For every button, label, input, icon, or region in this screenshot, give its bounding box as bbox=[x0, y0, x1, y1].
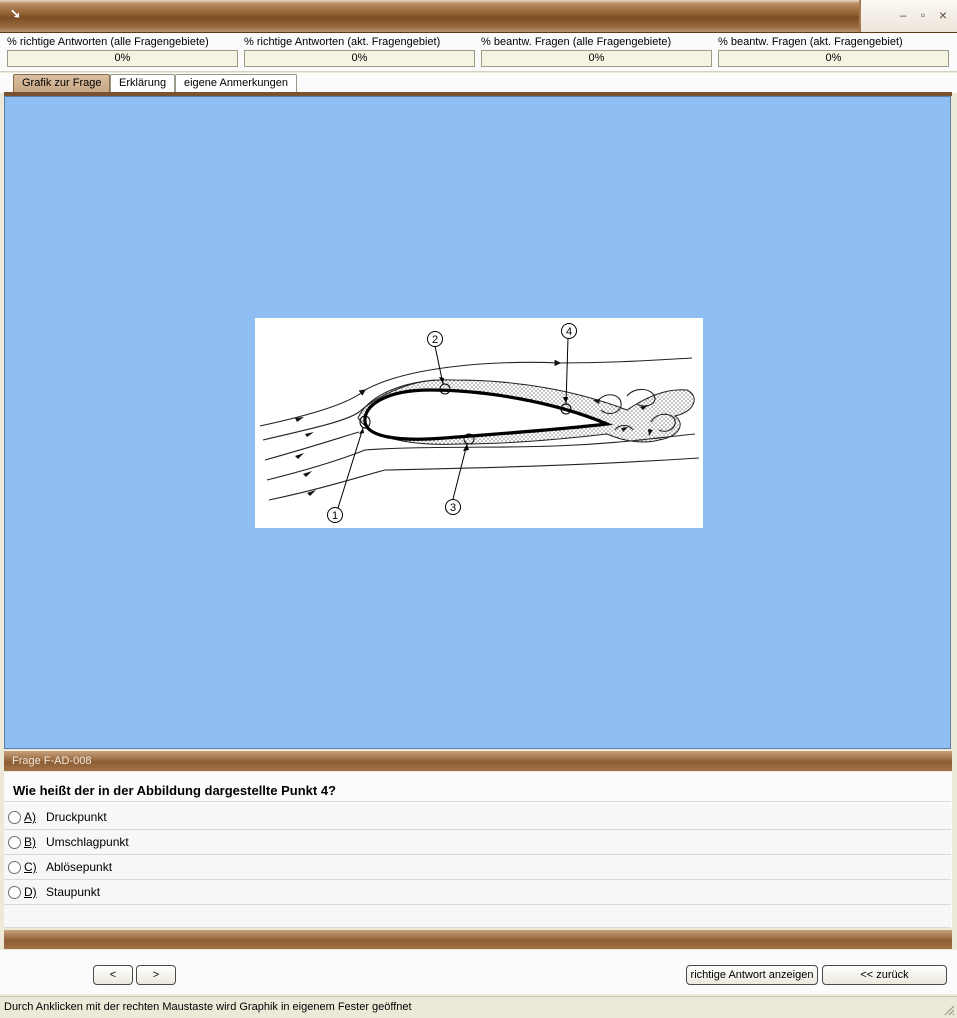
stat-answered-current: % beantw. Fragen (akt. Fragengebiet) 0% bbox=[718, 35, 949, 67]
radio-button[interactable] bbox=[8, 811, 21, 824]
resize-grip-icon[interactable] bbox=[943, 1004, 955, 1016]
status-text: Durch Anklicken mit der rechten Maustast… bbox=[4, 1001, 412, 1013]
callout-4: 4 bbox=[566, 326, 572, 338]
radio-button[interactable] bbox=[8, 836, 21, 849]
close-icon[interactable]: × bbox=[935, 7, 951, 23]
answer-option-b[interactable]: B) Umschlagpunkt bbox=[4, 830, 951, 855]
callout-2: 2 bbox=[432, 334, 438, 346]
radio-button[interactable] bbox=[8, 886, 21, 899]
tab-grafik[interactable]: Grafik zur Frage bbox=[13, 74, 111, 92]
show-answer-button[interactable]: richtige Antwort anzeigen bbox=[686, 965, 818, 985]
button-bar: < > richtige Antwort anzeigen << zurück bbox=[0, 950, 957, 994]
question-id-header: Frage F-AD-008 bbox=[4, 751, 952, 771]
stat-value: 0% bbox=[7, 50, 238, 67]
maximize-icon[interactable]: ▫ bbox=[915, 7, 931, 23]
minimize-icon[interactable]: – bbox=[895, 7, 911, 23]
answer-option-c[interactable]: C) Ablösepunkt bbox=[4, 855, 951, 880]
prev-button[interactable]: < bbox=[93, 965, 133, 985]
back-button[interactable]: << zurück bbox=[822, 965, 947, 985]
title-bar[interactable]: ➘ – ▫ × bbox=[0, 0, 957, 33]
stats-bar: % richtige Antworten (alle Fragengebiete… bbox=[0, 33, 957, 72]
answer-text: Umschlagpunkt bbox=[46, 835, 129, 849]
airfoil-diagram: 1 2 3 4 bbox=[259, 323, 700, 523]
question-panel: Wie heißt der in der Abbildung dargestel… bbox=[4, 772, 952, 928]
stat-value: 0% bbox=[244, 50, 475, 67]
tab-erklaerung[interactable]: Erklärung bbox=[110, 74, 176, 92]
stat-value: 0% bbox=[718, 50, 949, 67]
separator-bar bbox=[4, 930, 952, 949]
stat-correct-all: % richtige Antworten (alle Fragengebiete… bbox=[7, 35, 238, 67]
answer-text: Staupunkt bbox=[46, 885, 101, 899]
answer-option-d[interactable]: D) Staupunkt bbox=[4, 880, 951, 905]
graphic-panel[interactable]: 1 2 3 4 bbox=[4, 96, 951, 749]
stat-value: 0% bbox=[481, 50, 712, 67]
resize-arrow-icon[interactable]: ➘ bbox=[10, 7, 22, 20]
answer-text: Druckpunkt bbox=[46, 810, 107, 824]
stat-answered-all: % beantw. Fragen (alle Fragengebiete) 0% bbox=[481, 35, 712, 67]
stat-label: % beantw. Fragen (alle Fragengebiete) bbox=[481, 36, 672, 48]
answer-option-a[interactable]: A) Druckpunkt bbox=[4, 805, 951, 830]
empty-row bbox=[4, 905, 951, 928]
tab-strip: Grafik zur Frage Erklärung eigene Anmerk… bbox=[0, 73, 957, 93]
answer-key: C) bbox=[24, 860, 37, 874]
answer-text: Ablösepunkt bbox=[46, 860, 113, 874]
stat-correct-current: % richtige Antworten (akt. Fragengebiet)… bbox=[244, 35, 475, 67]
radio-button[interactable] bbox=[8, 861, 21, 874]
stat-label: % richtige Antworten (alle Fragengebiete… bbox=[7, 36, 209, 48]
answer-key: B) bbox=[24, 835, 36, 849]
stat-label: % beantw. Fragen (akt. Fragengebiet) bbox=[718, 36, 903, 48]
tab-anmerkungen[interactable]: eigene Anmerkungen bbox=[175, 74, 297, 92]
next-button[interactable]: > bbox=[136, 965, 176, 985]
answer-key: D) bbox=[24, 885, 37, 899]
window-controls: – ▫ × bbox=[859, 0, 957, 32]
airfoil-figure[interactable]: 1 2 3 4 bbox=[255, 318, 703, 528]
callout-3: 3 bbox=[450, 502, 456, 514]
question-text: Wie heißt der in der Abbildung dargestel… bbox=[4, 780, 951, 802]
callout-1: 1 bbox=[332, 510, 338, 522]
answer-key: A) bbox=[24, 810, 36, 824]
status-bar: Durch Anklicken mit der rechten Maustast… bbox=[0, 996, 957, 1018]
stat-label: % richtige Antworten (akt. Fragengebiet) bbox=[244, 36, 441, 48]
